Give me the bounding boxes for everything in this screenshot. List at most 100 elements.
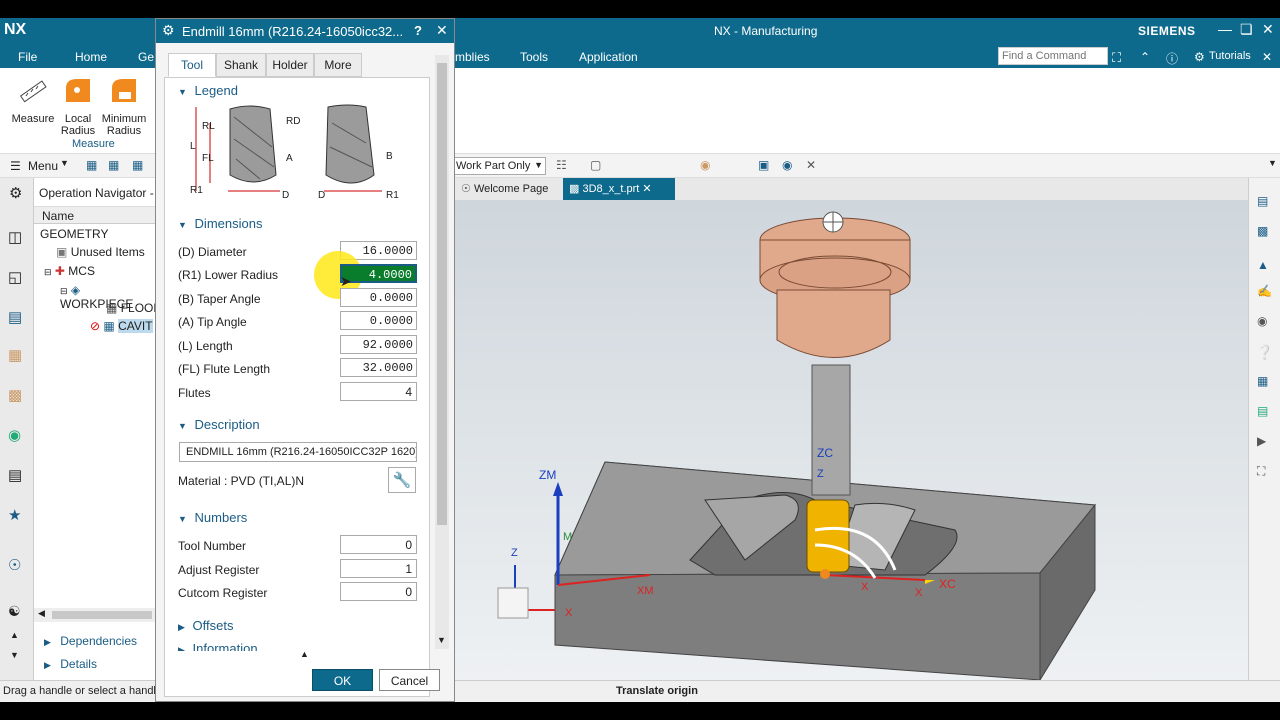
dependencies-section[interactable]: ▶ Dependencies (44, 634, 137, 648)
scroll-left-icon[interactable]: ◀ (38, 608, 45, 619)
minimize-icon[interactable]: — (1218, 21, 1232, 37)
menu-application[interactable]: Application (579, 50, 638, 64)
history-icon[interactable]: ▤ (8, 466, 22, 484)
close-icon[interactable]: ✕ (1262, 21, 1274, 38)
menu-button[interactable]: Menu (28, 159, 58, 173)
dialog-scrollbar-thumb[interactable] (437, 63, 447, 525)
view-mode-icon[interactable]: ▣ (758, 158, 769, 172)
collapse-rail-up-icon[interactable]: ▲ (10, 630, 19, 640)
tab-tool[interactable]: Tool (168, 53, 216, 77)
tab-part-file[interactable]: ▩ 3D8_x_t.prt ✕ (563, 178, 675, 200)
tip-angle-field[interactable]: 0.0000 (340, 311, 417, 330)
menu-dropdown-icon[interactable]: ▼ (60, 158, 69, 168)
scroll-down-icon[interactable]: ▼ (437, 635, 446, 645)
toolbar-overflow-icon[interactable]: ▼ (1268, 158, 1277, 168)
dialog-scrollbar[interactable]: ▼ (435, 55, 449, 649)
selection-scope-dropdown[interactable]: Work Part Only ▼ (452, 157, 546, 175)
dialog-title-bar[interactable]: ⚙ Endmill 16mm (R216.24-16050icc32... ? … (156, 19, 454, 43)
measure-icon[interactable]: ✍ (1257, 284, 1272, 298)
tool-number-field[interactable]: 0 (340, 535, 417, 554)
scroll-up-icon[interactable]: ▲ (300, 649, 309, 659)
command-finder-input[interactable] (998, 47, 1108, 65)
menu-assemblies[interactable]: mblies (455, 50, 490, 64)
dimensions-section-header[interactable]: ▼ Dimensions (178, 216, 262, 231)
ok-button[interactable]: OK (312, 669, 373, 691)
visibility-icon[interactable]: ◉ (8, 426, 21, 444)
tab-shank[interactable]: Shank (216, 53, 266, 77)
close-icon[interactable]: ✕ (436, 22, 448, 39)
adjust-register-field[interactable]: 1 (340, 559, 417, 578)
part-navigator-icon[interactable]: ◫ (8, 228, 22, 246)
palette-icon[interactable]: ☯ (8, 603, 21, 620)
flutes-field[interactable]: 4 (340, 382, 417, 401)
tree-floor[interactable]: ▦ FLOOR (106, 301, 155, 315)
filter-icon[interactable]: ☷ (556, 158, 567, 172)
tutorials-link[interactable]: Tutorials (1209, 50, 1251, 62)
menu-tools[interactable]: Tools (520, 50, 548, 64)
legend-section-header[interactable]: ▼ Legend (178, 83, 238, 98)
collapse-rail-down-icon[interactable]: ▼ (10, 650, 19, 660)
description-section-header[interactable]: ▼ Description (178, 417, 260, 432)
orient-icon[interactable]: ▲ (1257, 258, 1269, 272)
operation-navigator-icon[interactable]: ▤ (8, 308, 22, 326)
tree-geometry[interactable]: GEOMETRY (40, 227, 108, 241)
show-hide-icon[interactable]: ◉ (782, 158, 792, 172)
tree-unused-items[interactable]: ▣ Unused Items (56, 245, 155, 259)
help-icon[interactable]: ⓘ (1166, 50, 1178, 67)
menu-file[interactable]: File (18, 50, 37, 64)
reuse-library-icon[interactable]: ▩ (8, 386, 22, 404)
select-icon[interactable]: ▢ (590, 158, 601, 172)
view-tool-icon[interactable]: ▤ (1257, 194, 1268, 208)
information-section-header[interactable]: ▶ Information (178, 641, 418, 651)
help-icon[interactable]: ? (414, 23, 422, 38)
machine-tool-icon[interactable]: ▦ (8, 346, 22, 364)
endmill-flutes[interactable] (806, 499, 850, 573)
roles-icon[interactable]: ★ (8, 506, 21, 524)
measure-button[interactable]: Measure (10, 76, 56, 125)
tab-welcome-page[interactable]: ☉ Welcome Page (455, 178, 563, 200)
numbers-section-header[interactable]: ▼ Numbers (178, 510, 247, 525)
menu-icon[interactable]: ☰ (10, 159, 21, 173)
x-filter-icon[interactable]: ✕ (806, 158, 816, 172)
horizontal-scrollbar[interactable]: ◀ (34, 608, 155, 622)
details-section[interactable]: ▶ Details (44, 657, 97, 671)
snap-icon[interactable]: ◉ (700, 158, 710, 172)
fullscreen-icon[interactable]: ⛶ (1112, 50, 1121, 66)
minimum-radius-button[interactable]: Minimum Radius (100, 76, 148, 137)
taper-angle-field[interactable]: 0.0000 (340, 288, 417, 307)
offsets-section-header[interactable]: ▶ Offsets (178, 618, 234, 633)
wrench-icon[interactable]: 🔧 (388, 467, 416, 493)
restore-icon[interactable]: ❏ (1240, 21, 1253, 38)
ribbon-close-icon[interactable]: ✕ (1262, 50, 1272, 64)
web-browser-icon[interactable]: ☉ (8, 556, 21, 574)
scrollbar-thumb[interactable] (52, 611, 152, 619)
tab-close-icon[interactable]: ✕ (642, 183, 651, 195)
tab-more[interactable]: More (314, 53, 362, 77)
menu-home[interactable]: Home (75, 50, 107, 64)
help-circle-icon[interactable]: ❔ (1256, 344, 1273, 361)
collapse-ribbon-icon[interactable]: ⌃ (1140, 50, 1150, 64)
graphics-window[interactable]: ZC Z ZM M Z XM X XC X X (455, 200, 1248, 680)
description-field[interactable]: ENDMILL 16mm (R216.24-16050ICC32P 1620) (179, 442, 417, 462)
cutcom-register-field[interactable]: 0 (340, 582, 417, 601)
play-icon[interactable]: ▶ (1257, 434, 1266, 448)
cancel-button[interactable]: Cancel (379, 669, 440, 691)
tree-cavity[interactable]: ⊘ ▦ CAVIT (90, 319, 155, 333)
navigator-tool-icon[interactable]: ▦ (86, 158, 97, 172)
navigator-tool-icon-3[interactable]: ▦ (132, 158, 143, 172)
hide-icon[interactable]: ◉ (1257, 314, 1267, 328)
fullscreen-view-icon[interactable]: ⛶ (1257, 464, 1265, 479)
flute-length-field[interactable]: 32.0000 (340, 358, 417, 377)
name-column-header[interactable]: Name (34, 206, 155, 224)
layer-icon[interactable]: ▩ (1257, 224, 1268, 238)
verify-icon[interactable]: ▤ (1257, 404, 1268, 418)
tutorials-icon[interactable]: ⚙ (1194, 50, 1205, 64)
length-field[interactable]: 92.0000 (340, 335, 417, 354)
menu-geometry[interactable]: Ge (138, 50, 154, 64)
tab-holder[interactable]: Holder (266, 53, 314, 77)
assembly-navigator-icon[interactable]: ◱ (8, 268, 22, 286)
local-radius-button[interactable]: Local Radius (58, 76, 98, 137)
tree-mcs[interactable]: ⊟ ✚ MCS (44, 264, 155, 278)
machine-icon[interactable]: ▦ (1257, 374, 1268, 388)
navigator-tool-icon-2[interactable]: ▦ (108, 158, 119, 172)
